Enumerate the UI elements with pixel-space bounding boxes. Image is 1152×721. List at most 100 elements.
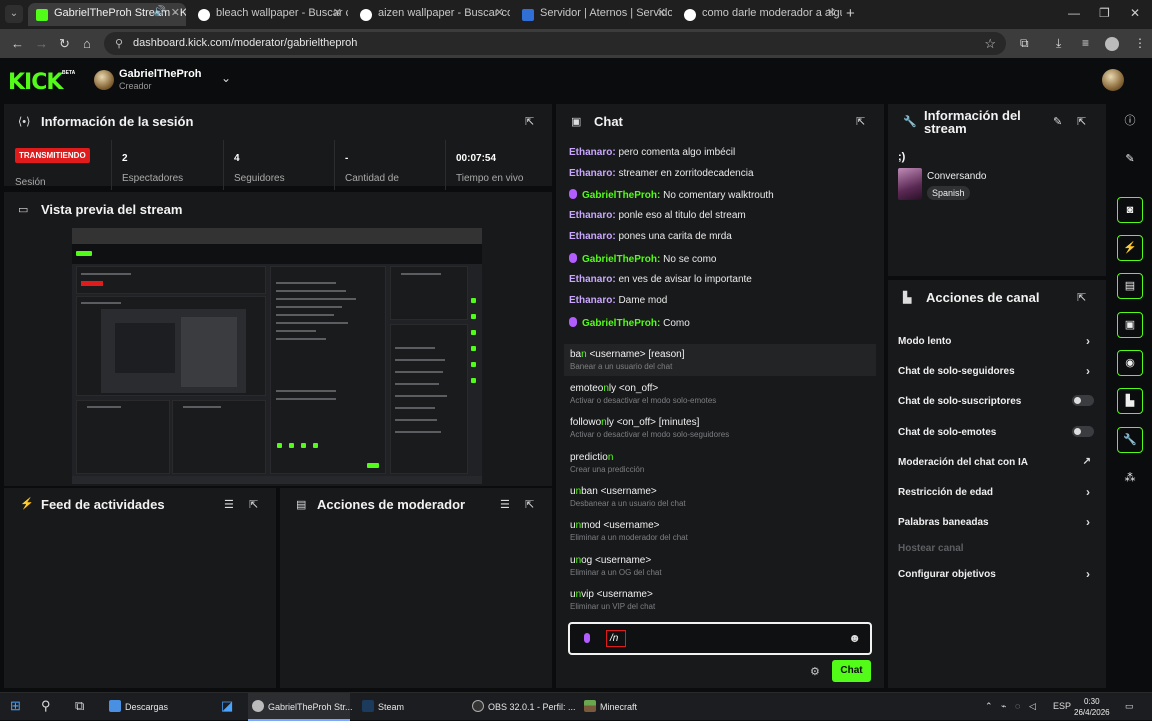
slow-mode-row[interactable]: Modo lento › bbox=[898, 334, 1094, 348]
maximize-window-icon[interactable]: ❐ bbox=[1099, 6, 1110, 20]
chat-input-value[interactable]: /n bbox=[606, 630, 626, 647]
network-icon[interactable]: ◌ bbox=[1015, 701, 1020, 711]
chat-username[interactable]: GabrielTheProh: bbox=[582, 254, 660, 265]
close-tab-icon[interactable]: ✕ bbox=[827, 6, 836, 19]
emoji-picker-icon[interactable]: ☻ bbox=[848, 631, 861, 645]
subscribers-only-toggle[interactable] bbox=[1072, 395, 1094, 406]
filter-icon[interactable]: ☰ bbox=[500, 498, 510, 511]
document-icon[interactable]: ▤ bbox=[1117, 273, 1143, 299]
site-info-icon[interactable]: ⚲ bbox=[115, 37, 123, 50]
command-suggestion-followonly[interactable]: followonly <on_off> [minutes] Activar o … bbox=[564, 412, 876, 444]
stream-preview-video[interactable] bbox=[72, 228, 482, 484]
close-tab-icon[interactable]: ✕ bbox=[171, 6, 180, 19]
launcher-icon[interactable]: ◪ bbox=[221, 698, 233, 714]
tab-search-button[interactable]: ⌄ bbox=[5, 5, 23, 23]
chat-username[interactable]: GabrielTheProh: bbox=[582, 318, 660, 329]
browser-tab-aternos[interactable]: Servidor | Aternos | Servidor de ✕ bbox=[514, 3, 672, 26]
category-name[interactable]: Conversando bbox=[927, 171, 986, 182]
extensions-icon[interactable]: ⧉ bbox=[1020, 36, 1029, 51]
windows-start-icon[interactable]: ⊞ bbox=[10, 698, 21, 714]
close-tab-icon[interactable]: ✕ bbox=[495, 6, 504, 19]
new-tab-icon[interactable]: + bbox=[846, 5, 855, 22]
search-icon[interactable]: ⚲ bbox=[41, 698, 51, 714]
media-control-icon[interactable]: ≡ bbox=[1082, 36, 1089, 50]
notifications-icon[interactable]: ▭ bbox=[1125, 701, 1134, 712]
chat-message-input[interactable]: /n ☻ bbox=[568, 622, 872, 655]
task-view-icon[interactable]: ⧉ bbox=[75, 698, 84, 714]
tray-overflow-icon[interactable]: ⌃ bbox=[985, 701, 993, 712]
profile-icon[interactable] bbox=[1105, 37, 1119, 51]
expand-icon[interactable]: ⇱ bbox=[525, 115, 534, 128]
followers-only-row[interactable]: Chat de solo-seguidores › bbox=[898, 364, 1094, 378]
send-chat-button[interactable]: Chat bbox=[832, 660, 871, 682]
security-icon[interactable]: ⌁ bbox=[1001, 701, 1006, 712]
ai-moderation-row[interactable]: Moderación del chat con IA ↗ bbox=[898, 456, 1094, 468]
command-suggestion-unmod[interactable]: unmod <username> Eliminar a un moderador… bbox=[564, 515, 876, 547]
expand-icon[interactable]: ⇱ bbox=[525, 498, 534, 511]
download-icon[interactable]: ⤓ bbox=[1056, 36, 1061, 51]
command-suggestion-emoteonly[interactable]: emoteonly <on_off> Activar o desactivar … bbox=[564, 378, 876, 410]
browser-tab-moderador[interactable]: como darle moderador a alguien ✕ bbox=[676, 3, 842, 26]
chat-username[interactable]: GabrielTheProh: bbox=[582, 190, 660, 201]
command-suggestion-prediction[interactable]: prediction Crear una predicción bbox=[564, 447, 876, 479]
volume-icon[interactable]: ◁ bbox=[1029, 701, 1036, 712]
chat-username[interactable]: Ethanaro: bbox=[569, 231, 616, 242]
chevron-down-icon[interactable]: ⌄ bbox=[221, 71, 231, 85]
command-suggestion-ban[interactable]: ban <username> [reason] Banear a un usua… bbox=[564, 344, 876, 376]
reload-icon[interactable]: ↻ bbox=[59, 36, 70, 52]
system-clock[interactable]: 0:30 26/4/2026 bbox=[1074, 696, 1110, 718]
chat-username[interactable]: Ethanaro: bbox=[569, 168, 616, 179]
channel-avatar[interactable] bbox=[94, 70, 114, 90]
speaker-icon[interactable]: 🔊 bbox=[154, 6, 166, 17]
kick-logo[interactable]: KICK bbox=[8, 70, 63, 95]
forward-icon[interactable]: → bbox=[35, 36, 48, 51]
banned-words-row[interactable]: Palabras baneadas › bbox=[898, 515, 1094, 529]
info-icon[interactable]: ⓘ bbox=[1117, 108, 1143, 134]
command-suggestion-unban[interactable]: unban <username> Desbanear a un usuario … bbox=[564, 481, 876, 513]
broadcast-icon[interactable]: ◉ bbox=[1117, 350, 1143, 376]
taskbar-app-browser[interactable]: GabrielTheProh Str... bbox=[248, 693, 353, 721]
home-icon[interactable]: ⌂ bbox=[83, 36, 91, 51]
close-tab-icon[interactable]: ✕ bbox=[333, 6, 342, 19]
emotes-only-toggle[interactable] bbox=[1072, 426, 1094, 437]
back-icon[interactable]: ← bbox=[11, 36, 24, 51]
taskbar-app-obs[interactable]: OBS 32.0.1 - Perfil: ... bbox=[468, 693, 576, 721]
user-menu-avatar[interactable] bbox=[1102, 69, 1124, 91]
browser-tab-kick[interactable]: GabrielTheProh Stream - Kick 🔊 ✕ bbox=[28, 3, 186, 26]
expand-icon[interactable]: ⇱ bbox=[1077, 115, 1086, 128]
language-indicator[interactable]: ESP bbox=[1053, 701, 1071, 711]
taskbar-app-downloads[interactable]: Descargas bbox=[105, 693, 213, 721]
command-suggestion-unog[interactable]: unog <username> Eliminar a un OG del cha… bbox=[564, 550, 876, 582]
taskbar-app-steam[interactable]: Steam bbox=[358, 693, 458, 721]
connections-icon[interactable]: ⁂ bbox=[1117, 465, 1143, 491]
url-text[interactable]: dashboard.kick.com/moderator/gabrielthep… bbox=[133, 37, 357, 49]
category-thumbnail[interactable] bbox=[898, 168, 922, 200]
close-window-icon[interactable]: ✕ bbox=[1130, 6, 1140, 20]
browser-menu-icon[interactable]: ⋮ bbox=[1134, 36, 1146, 50]
command-suggestion-unvip[interactable]: unvip <username> Eliminar un VIP del cha… bbox=[564, 584, 876, 616]
taskbar-app-minecraft[interactable]: Minecraft bbox=[580, 693, 680, 721]
filter-icon[interactable]: ☰ bbox=[224, 498, 234, 511]
camera-icon[interactable]: ◙ bbox=[1117, 197, 1143, 223]
expand-icon[interactable]: ⇱ bbox=[1077, 291, 1086, 304]
chat-settings-gear-icon[interactable]: ⚙ bbox=[810, 665, 820, 678]
configure-goals-row[interactable]: Configurar objetivos › bbox=[898, 567, 1094, 581]
chat-bubble-icon[interactable]: ▣ bbox=[1117, 312, 1143, 338]
chat-username[interactable]: Ethanaro: bbox=[569, 210, 616, 221]
chat-username[interactable]: Ethanaro: bbox=[569, 274, 616, 285]
browser-tab-bleach[interactable]: bleach wallpaper - Buscar con G ✕ bbox=[190, 3, 348, 26]
browser-tab-aizen[interactable]: aizen wallpaper - Buscar con G ✕ bbox=[352, 3, 510, 26]
edit-pencil-icon[interactable]: ✎ bbox=[1053, 115, 1062, 128]
channel-name[interactable]: GabrielTheProh bbox=[119, 68, 202, 80]
lightning-icon[interactable]: ⚡ bbox=[1117, 235, 1143, 261]
chat-username[interactable]: Ethanaro: bbox=[569, 147, 616, 158]
edit-pencil-icon[interactable]: ✎ bbox=[1117, 146, 1143, 172]
close-tab-icon[interactable]: ✕ bbox=[657, 6, 666, 19]
minimize-window-icon[interactable]: — bbox=[1068, 6, 1080, 20]
expand-icon[interactable]: ⇱ bbox=[856, 115, 865, 128]
age-restriction-row[interactable]: Restricción de edad › bbox=[898, 485, 1094, 499]
bookmark-star-icon[interactable]: ☆ bbox=[984, 36, 996, 52]
wrench-icon[interactable]: 🔧 bbox=[1117, 427, 1143, 453]
actions-icon[interactable]: ▙ bbox=[1117, 388, 1143, 414]
expand-icon[interactable]: ⇱ bbox=[249, 498, 258, 511]
